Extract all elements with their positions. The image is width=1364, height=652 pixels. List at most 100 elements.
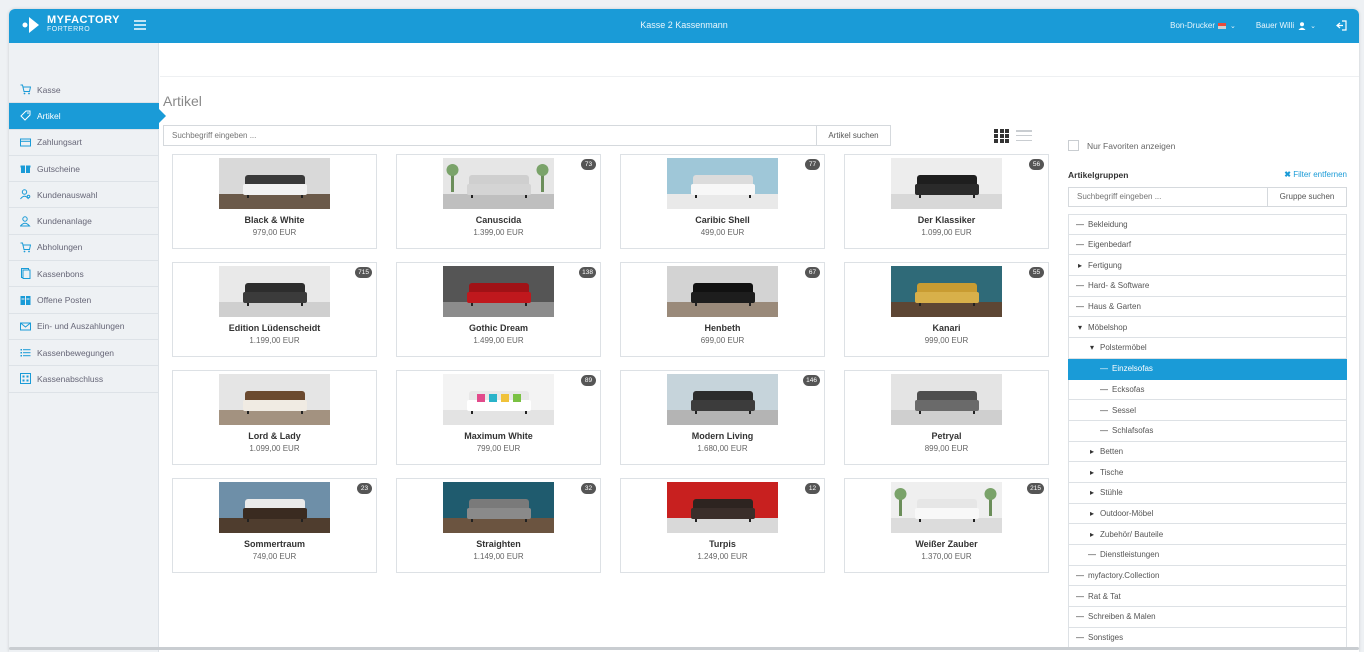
tree-item-zubehoer-bauteile[interactable]: ▸ Zubehör/ Bauteile xyxy=(1068,524,1347,545)
tree-item-schreiben-malen[interactable]: — Schreiben & Malen xyxy=(1068,607,1347,628)
tree-item-outdoor-moebel[interactable]: ▸ Outdoor-Möbel xyxy=(1068,503,1347,525)
tree-item-moebelshop[interactable]: ▾ Möbelshop xyxy=(1068,317,1347,339)
group-search-button[interactable]: Gruppe suchen xyxy=(1267,187,1347,207)
product-card[interactable]: 715 Edition Lüdenscheidt 1.199,00 EUR xyxy=(172,262,377,357)
product-price: 1.099,00 EUR xyxy=(921,228,972,237)
sidebar-item-label: Ein- und Auszahlungen xyxy=(37,321,125,332)
caret-right-icon[interactable]: ▸ xyxy=(1087,509,1097,518)
article-search-button[interactable]: Artikel suchen xyxy=(816,125,891,146)
tree-item-eigenbedarf[interactable]: — Eigenbedarf xyxy=(1068,234,1347,256)
list-view-icon[interactable] xyxy=(1016,129,1032,142)
filter-remove-link[interactable]: ✖ Filter entfernen xyxy=(1284,170,1347,179)
sidebar-item-abholungen[interactable]: Abholungen xyxy=(9,235,159,262)
tree-item-stuehle[interactable]: ▸ Stühle xyxy=(1068,482,1347,504)
product-card[interactable]: Lord & Lady 1.099,00 EUR xyxy=(172,370,377,465)
tree-item-einzelsofas[interactable]: — Einzelsofas xyxy=(1068,358,1347,380)
product-price: 1.399,00 EUR xyxy=(473,228,524,237)
product-card[interactable]: 73 Canuscida 1.399,00 EUR xyxy=(396,154,601,249)
tree-item-fertigung[interactable]: ▸ Fertigung xyxy=(1068,255,1347,277)
caret-right-icon[interactable]: ▸ xyxy=(1087,488,1097,497)
caret-right-icon[interactable]: ▸ xyxy=(1087,468,1097,477)
product-name: Turpis xyxy=(709,539,736,549)
product-card[interactable]: 32 Straighten 1.149,00 EUR xyxy=(396,478,601,573)
tree-item-tische[interactable]: ▸ Tische xyxy=(1068,462,1347,483)
tree-item-label: Fertigung xyxy=(1088,260,1122,270)
product-card[interactable]: 215 Weißer Zauber 1.370,00 EUR xyxy=(844,478,1049,573)
user-dropdown[interactable]: Bauer Willi ⌄ xyxy=(1256,21,1316,30)
product-card[interactable]: 89 Maximum White 799,00 EUR xyxy=(396,370,601,465)
sidebar-item-label: Kundenanlage xyxy=(37,216,92,227)
sidebar-item-offene-posten[interactable]: Offene Posten xyxy=(9,287,159,314)
product-card[interactable]: 138 Gothic Dream 1.499,00 EUR xyxy=(396,262,601,357)
tree-item-bekleidung[interactable]: — Bekleidung xyxy=(1068,214,1347,235)
caret-down-icon[interactable]: ▾ xyxy=(1087,343,1097,352)
logout-button[interactable] xyxy=(1336,20,1347,31)
favorites-checkbox[interactable] xyxy=(1068,140,1079,151)
sidebar-item-kasse[interactable]: Kasse xyxy=(9,77,159,104)
printer-dropdown[interactable]: Bon-Drucker ⌄ xyxy=(1170,21,1236,30)
sidebar-item-kassenbons[interactable]: Kassenbons xyxy=(9,261,159,288)
sidebar-item-kundenauswahl[interactable]: Kundenauswahl xyxy=(9,182,159,209)
product-card[interactable]: 77 Caribic Shell 499,00 EUR xyxy=(620,154,825,249)
sidebar-item-gutscheine[interactable]: Gutscheine xyxy=(9,156,159,183)
product-image xyxy=(219,158,330,209)
envelope-icon xyxy=(20,321,31,332)
tree-item-rat-tat[interactable]: — Rat & Tat xyxy=(1068,586,1347,608)
tree-item-polstermoebel[interactable]: ▾ Polstermöbel xyxy=(1068,338,1347,359)
tree-item-schlafsofas[interactable]: — Schlafsofas xyxy=(1068,420,1347,442)
product-card[interactable]: Petryal 899,00 EUR xyxy=(844,370,1049,465)
sidebar-item-kassenabschluss[interactable]: Kassenabschluss xyxy=(9,366,159,393)
product-price: 1.249,00 EUR xyxy=(697,552,748,561)
product-price: 1.099,00 EUR xyxy=(249,444,300,453)
product-price: 999,00 EUR xyxy=(924,336,969,345)
sidebar-item-zahlungsart[interactable]: Zahlungsart xyxy=(9,130,159,156)
grid-view-icon[interactable] xyxy=(994,129,1010,143)
product-card[interactable]: 67 Henbeth 699,00 EUR xyxy=(620,262,825,357)
favorites-toggle[interactable]: Nur Favoriten anzeigen xyxy=(1068,140,1175,151)
caret-down-icon[interactable]: ▾ xyxy=(1075,323,1085,332)
product-price: 499,00 EUR xyxy=(700,228,745,237)
tree-item-label: Tische xyxy=(1100,467,1124,477)
tree-item-sonstiges[interactable]: — Sonstiges xyxy=(1068,627,1347,649)
dash-icon: — xyxy=(1076,281,1084,291)
product-card[interactable]: Black & White 979,00 EUR xyxy=(172,154,377,249)
article-search-input[interactable] xyxy=(163,125,816,146)
dash-icon: — xyxy=(1088,550,1096,560)
sidebar-item-kassenbewegungen[interactable]: Kassenbewegungen xyxy=(9,340,159,367)
tree-item-haus-garten[interactable]: — Haus & Garten xyxy=(1068,296,1347,318)
tree-item-label: Rat & Tat xyxy=(1088,591,1121,601)
product-card[interactable]: 12 Turpis 1.249,00 EUR xyxy=(620,478,825,573)
user-icon xyxy=(1298,21,1306,30)
sidebar-item-label: Kundenauswahl xyxy=(37,189,98,200)
tree-item-sessel[interactable]: — Sessel xyxy=(1068,400,1347,421)
tree-item-hard-software[interactable]: — Hard- & Software xyxy=(1068,276,1347,297)
product-card[interactable]: 56 Der Klassiker 1.099,00 EUR xyxy=(844,154,1049,249)
tree-item-myfactory-collection[interactable]: — myfactory.Collection xyxy=(1068,565,1347,587)
sidebar-item-kundenanlage[interactable]: Kundenanlage xyxy=(9,208,159,235)
product-card[interactable]: 55 Kanari 999,00 EUR xyxy=(844,262,1049,357)
tree-item-dienstleistungen[interactable]: — Dienstleistungen xyxy=(1068,545,1347,566)
sidebar-item-artikel[interactable]: Artikel xyxy=(9,103,166,130)
product-card[interactable]: 23 Sommertraum 749,00 EUR xyxy=(172,478,377,573)
sidebar-item-ein-und-auszahlungen[interactable]: Ein- und Auszahlungen xyxy=(9,314,159,340)
caret-right-icon[interactable]: ▸ xyxy=(1075,261,1085,270)
flag-icon xyxy=(1218,22,1227,29)
product-name: Edition Lüdenscheidt xyxy=(228,323,321,333)
dash-icon: — xyxy=(1076,591,1084,601)
tree-item-ecksofas[interactable]: — Ecksofas xyxy=(1068,379,1347,401)
tree-item-betten[interactable]: ▸ Betten xyxy=(1068,441,1347,463)
product-name: Kanari xyxy=(932,323,961,333)
caret-right-icon[interactable]: ▸ xyxy=(1087,530,1097,539)
product-card[interactable]: 146 Modern Living 1.680,00 EUR xyxy=(620,370,825,465)
product-image xyxy=(667,482,778,533)
tree-item-label: Bekleidung xyxy=(1088,219,1128,229)
sidebar-nav: Kasse Artikel Zahlungsart Gutscheine Kundena… xyxy=(9,77,166,393)
tree-item-label: Möbelshop xyxy=(1088,322,1128,332)
app-window: MYFACTORY FORTERRO Kasse 2 Kassenmann Bo… xyxy=(9,9,1359,652)
group-search-input[interactable] xyxy=(1068,187,1267,207)
caret-right-icon[interactable]: ▸ xyxy=(1087,447,1097,456)
dash-icon: — xyxy=(1100,364,1108,374)
horizontal-scrollbar[interactable] xyxy=(9,647,1359,650)
product-price: 1.680,00 EUR xyxy=(697,444,748,453)
sidebar-item-label: Artikel xyxy=(37,110,61,121)
